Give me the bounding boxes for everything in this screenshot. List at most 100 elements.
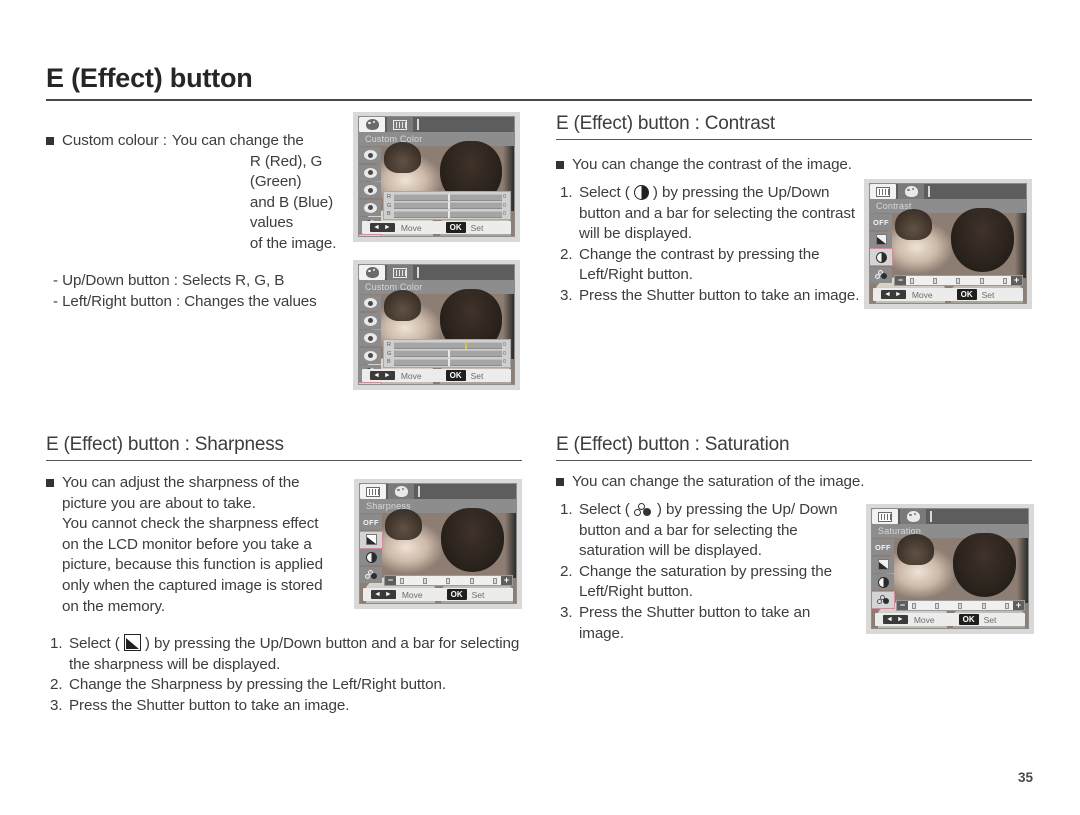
tab-slider[interactable] bbox=[360, 484, 386, 499]
custom-colour-line-1: You can change the bbox=[171, 132, 304, 149]
slider-icon bbox=[366, 486, 380, 497]
sharpness-icon bbox=[875, 234, 887, 245]
rgb-value-g: 0 bbox=[503, 350, 506, 357]
lcd-heading: Contrast bbox=[870, 199, 1026, 213]
ok-button[interactable]: OK bbox=[446, 589, 467, 600]
strip-item-eye-3[interactable] bbox=[359, 182, 381, 198]
ok-button[interactable]: OK bbox=[956, 289, 977, 300]
strip-item-custom-color[interactable] bbox=[359, 381, 382, 384]
strip-item-off[interactable]: OFF bbox=[872, 539, 894, 555]
rgb-label-g: G bbox=[387, 202, 392, 209]
lcd-tabs bbox=[872, 509, 1028, 524]
tab-palette[interactable] bbox=[388, 484, 414, 499]
strip-item-contrast[interactable] bbox=[360, 549, 382, 565]
rgb-track-g[interactable] bbox=[394, 202, 502, 209]
sharpness-step-1: 1. Select ( ) by pressing the Up/Down bu… bbox=[50, 634, 530, 675]
custom-colour-line-2: R (Red), G (Green) bbox=[249, 152, 323, 191]
ok-button[interactable]: OK bbox=[958, 614, 979, 625]
rgb-sliders[interactable]: R 0 G 0 B 0 bbox=[383, 339, 511, 368]
strip-item-contrast[interactable] bbox=[870, 248, 893, 266]
strip-item-sharpness[interactable] bbox=[870, 231, 892, 248]
lcd-custom-color-1: Custom Color R 0 G 0 B 0 ◄ ► Move OK Set bbox=[353, 112, 520, 242]
ok-button[interactable]: OK bbox=[445, 370, 466, 381]
lcd-command-bar: ◄ ► Move OK Set bbox=[875, 613, 1025, 626]
tab-palette[interactable] bbox=[898, 184, 924, 199]
sharpness-step-3: 3. Press the Shutter button to take an i… bbox=[50, 696, 530, 717]
custom-colour-label: Custom colour : bbox=[62, 132, 167, 149]
rgb-track-r[interactable] bbox=[394, 193, 502, 201]
strip-item-eye-1[interactable] bbox=[359, 147, 381, 163]
strip-item-off[interactable]: OFF bbox=[360, 514, 382, 530]
sharpness-value-bar[interactable]: − + bbox=[384, 575, 513, 586]
sharpness-steps: 1. Select ( ) by pressing the Up/Down bu… bbox=[50, 634, 530, 716]
rgb-row-b[interactable]: B 0 bbox=[387, 210, 507, 218]
tab-slider[interactable] bbox=[872, 509, 898, 524]
strip-item-eye-2[interactable] bbox=[359, 312, 381, 329]
palette-icon bbox=[904, 186, 918, 197]
tab-palette[interactable] bbox=[359, 117, 385, 132]
step-text: Press the Shutter button to take an imag… bbox=[69, 696, 350, 714]
strip-item-saturation[interactable] bbox=[870, 266, 892, 283]
rgb-value-b: 0 bbox=[503, 211, 506, 217]
rgb-row-g[interactable]: G 0 bbox=[387, 202, 507, 209]
sharpness-bullet-line-5: picture, because this function is applie… bbox=[62, 556, 323, 574]
tab-filler bbox=[419, 265, 514, 280]
contrast-value-bar[interactable]: − + bbox=[894, 275, 1023, 286]
step-text-pre: Select ( bbox=[579, 501, 634, 518]
rgb-row-r[interactable]: R 0 bbox=[387, 341, 507, 349]
strip-item-sharpness[interactable] bbox=[360, 530, 383, 549]
rgb-track-b[interactable] bbox=[394, 358, 502, 366]
strip-item-saturation[interactable] bbox=[360, 566, 382, 583]
strip-item-sharpness[interactable] bbox=[872, 556, 894, 573]
left-right-icon: ◄ ► bbox=[371, 590, 396, 599]
step-text-pre: Select ( bbox=[69, 635, 124, 652]
strip-item-off[interactable]: OFF bbox=[870, 214, 892, 230]
plus-label: + bbox=[1011, 276, 1022, 285]
step-number: 1. bbox=[50, 635, 63, 652]
sharpness-bullet-line-4: on the LCD monitor before you take a bbox=[62, 535, 312, 553]
rgb-label-b: B bbox=[387, 359, 391, 365]
strip-item-eye-4[interactable] bbox=[359, 199, 381, 216]
sharpness-icon bbox=[123, 634, 141, 651]
left-right-icon: ◄ ► bbox=[370, 223, 395, 232]
tab-filler bbox=[420, 484, 516, 499]
contrast-icon bbox=[875, 251, 887, 263]
strip-item-eye-4[interactable] bbox=[359, 347, 381, 364]
strip-item-saturation[interactable] bbox=[872, 590, 895, 609]
saturation-value-bar[interactable]: − + bbox=[896, 600, 1025, 611]
rgb-row-r[interactable]: R 0 bbox=[387, 193, 507, 201]
tab-palette[interactable] bbox=[359, 265, 385, 280]
lcd-custom-color-2: Custom Color R 0 G 0 B 0 ◄ ► Move OK Set bbox=[353, 260, 520, 390]
rgb-sliders[interactable]: R 0 G 0 B 0 bbox=[383, 191, 511, 220]
custom-colour-line-4: of the image. bbox=[249, 234, 337, 252]
set-label: Set bbox=[470, 222, 484, 233]
manual-page: E (Effect) button Custom colour : You ca… bbox=[0, 0, 1080, 815]
lcd-tabs bbox=[360, 484, 516, 499]
tab-palette[interactable] bbox=[900, 509, 926, 524]
rgb-track-g[interactable] bbox=[394, 350, 502, 357]
tab-slider[interactable] bbox=[870, 184, 896, 199]
ok-button[interactable]: OK bbox=[445, 222, 466, 233]
strip-item-custom-color[interactable] bbox=[359, 233, 382, 236]
rgb-row-g[interactable]: G 0 bbox=[387, 350, 507, 357]
plus-label: + bbox=[1013, 601, 1024, 610]
rgb-row-b[interactable]: B 0 bbox=[387, 358, 507, 366]
move-label: Move bbox=[401, 589, 423, 600]
rgb-track-r[interactable] bbox=[394, 341, 502, 349]
bullet-square-icon bbox=[46, 479, 54, 487]
step-text: Change the saturation by pressing the Le… bbox=[579, 562, 832, 601]
strip-item-eye-1[interactable] bbox=[359, 295, 381, 311]
strip-item-eye-3[interactable] bbox=[359, 330, 381, 346]
tab-slider[interactable] bbox=[387, 265, 413, 280]
value-ticks bbox=[908, 601, 1013, 610]
set-label: Set bbox=[471, 589, 485, 600]
saturation-steps: 1. Select ( ) by pressing the Up/ Down b… bbox=[560, 500, 850, 644]
rgb-track-b[interactable] bbox=[394, 210, 502, 218]
contrast-icon bbox=[877, 576, 889, 588]
lcd-heading: Saturation bbox=[872, 524, 1028, 538]
strip-item-eye-2[interactable] bbox=[359, 164, 381, 181]
left-right-icon: ◄ ► bbox=[883, 615, 908, 624]
strip-item-contrast[interactable] bbox=[872, 574, 894, 590]
tab-slider[interactable] bbox=[387, 117, 413, 132]
step-text: Change the Sharpness by pressing the Lef… bbox=[69, 676, 446, 694]
